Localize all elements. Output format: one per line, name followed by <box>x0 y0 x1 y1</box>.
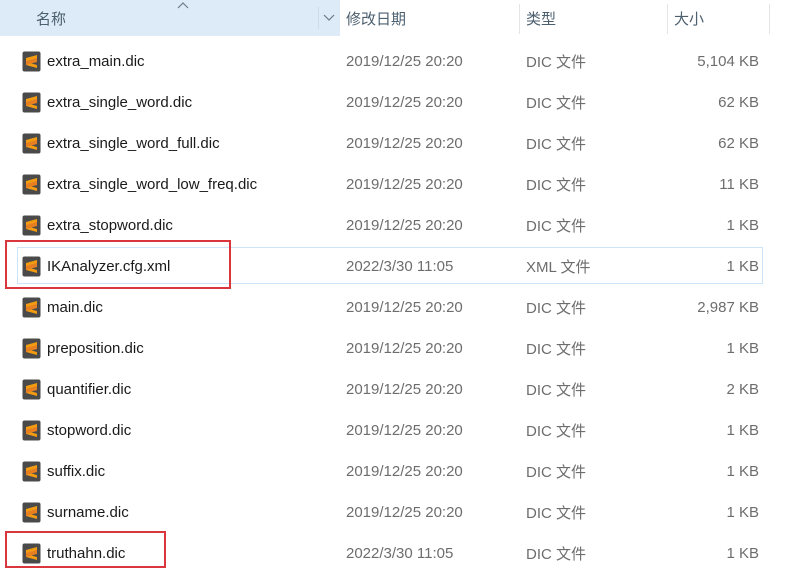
file-modified-date: 2019/12/25 20:20 <box>346 299 463 316</box>
file-type: DIC 文件 <box>526 546 587 563</box>
file-type: DIC 文件 <box>526 423 587 440</box>
column-header-date-label: 修改日期 <box>346 10 407 28</box>
file-modified-date: 2019/12/25 20:20 <box>346 217 463 234</box>
sublime-text-file-icon <box>22 297 41 318</box>
file-row[interactable]: extra_single_word_low_freq.dic 2019/12/2… <box>0 164 791 205</box>
file-row[interactable]: IKAnalyzer.cfg.xml 2022/3/30 11:05 XML 文… <box>0 246 791 287</box>
sort-ascending-icon <box>177 2 189 9</box>
file-type: DIC 文件 <box>526 218 587 235</box>
file-size: 11 KB <box>719 176 759 193</box>
file-type: DIC 文件 <box>526 95 587 112</box>
file-name: surname.dic <box>47 504 129 521</box>
file-row[interactable]: extra_main.dic 2019/12/25 20:20 DIC 文件 5… <box>0 41 791 82</box>
file-row[interactable]: suffix.dic 2019/12/25 20:20 DIC 文件 1 KB <box>0 451 791 492</box>
file-modified-date: 2019/12/25 20:20 <box>346 504 463 521</box>
file-row[interactable]: extra_single_word.dic 2019/12/25 20:20 D… <box>0 82 791 123</box>
sublime-text-file-icon <box>22 502 41 523</box>
file-size: 1 KB <box>726 258 759 275</box>
file-modified-date: 2019/12/25 20:20 <box>346 340 463 357</box>
file-row[interactable]: extra_stopword.dic 2019/12/25 20:20 DIC … <box>0 205 791 246</box>
file-size: 1 KB <box>726 504 759 521</box>
column-header-size[interactable]: 大小 <box>668 0 770 36</box>
file-name: stopword.dic <box>47 422 132 439</box>
column-header-date[interactable]: 修改日期 <box>340 0 520 36</box>
sublime-text-file-icon <box>22 256 41 277</box>
file-row[interactable]: quantifier.dic 2019/12/25 20:20 DIC 文件 2… <box>0 369 791 410</box>
column-header-name[interactable]: 名称 <box>0 0 340 36</box>
column-header-name-label: 名称 <box>36 10 67 28</box>
file-type: DIC 文件 <box>526 54 587 71</box>
file-name: extra_stopword.dic <box>47 217 173 234</box>
sublime-text-file-icon <box>22 215 41 236</box>
file-name: main.dic <box>47 299 103 316</box>
file-name: extra_main.dic <box>47 53 145 70</box>
sublime-text-file-icon <box>22 92 41 113</box>
file-size: 5,104 KB <box>697 53 759 70</box>
file-modified-date: 2019/12/25 20:20 <box>346 463 463 480</box>
file-size: 1 KB <box>726 217 759 234</box>
file-size: 1 KB <box>726 422 759 439</box>
sublime-text-file-icon <box>22 379 41 400</box>
file-name: IKAnalyzer.cfg.xml <box>47 258 171 275</box>
file-type: DIC 文件 <box>526 464 587 481</box>
file-size: 62 KB <box>718 94 759 111</box>
file-name: extra_single_word_low_freq.dic <box>47 176 258 193</box>
file-list: extra_main.dic 2019/12/25 20:20 DIC 文件 5… <box>0 41 791 574</box>
file-row[interactable]: truthahn.dic 2022/3/30 11:05 DIC 文件 1 KB <box>0 533 791 574</box>
file-row[interactable]: stopword.dic 2019/12/25 20:20 DIC 文件 1 K… <box>0 410 791 451</box>
file-name: truthahn.dic <box>47 545 126 562</box>
sublime-text-file-icon <box>22 420 41 441</box>
file-type: DIC 文件 <box>526 177 587 194</box>
file-type: DIC 文件 <box>526 341 587 358</box>
file-row[interactable]: main.dic 2019/12/25 20:20 DIC 文件 2,987 K… <box>0 287 791 328</box>
sublime-text-file-icon <box>22 543 41 564</box>
file-size: 1 KB <box>726 545 759 562</box>
file-modified-date: 2022/3/30 11:05 <box>346 258 454 275</box>
sublime-text-file-icon <box>22 51 41 72</box>
sublime-text-file-icon <box>22 133 41 154</box>
file-size: 62 KB <box>718 135 759 152</box>
file-size: 2,987 KB <box>697 299 759 316</box>
column-header-type-label: 类型 <box>526 10 557 28</box>
file-modified-date: 2022/3/30 11:05 <box>346 545 454 562</box>
column-header-size-label: 大小 <box>674 10 705 28</box>
file-type: DIC 文件 <box>526 300 587 317</box>
file-modified-date: 2019/12/25 20:20 <box>346 53 463 70</box>
sublime-text-file-icon <box>22 461 41 482</box>
file-type: DIC 文件 <box>526 136 587 153</box>
file-modified-date: 2019/12/25 20:20 <box>346 94 463 111</box>
file-size: 2 KB <box>726 381 759 398</box>
file-name: preposition.dic <box>47 340 144 357</box>
column-header-type[interactable]: 类型 <box>520 0 668 36</box>
file-type: DIC 文件 <box>526 505 587 522</box>
file-explorer-window: 名称 修改日期 类型 大小 extra_main.dic 2019/12/25 … <box>0 0 791 583</box>
file-name: quantifier.dic <box>47 381 132 398</box>
file-row[interactable]: preposition.dic 2019/12/25 20:20 DIC 文件 … <box>0 328 791 369</box>
sublime-text-file-icon <box>22 174 41 195</box>
file-size: 1 KB <box>726 463 759 480</box>
file-modified-date: 2019/12/25 20:20 <box>346 135 463 152</box>
file-row[interactable]: extra_single_word_full.dic 2019/12/25 20… <box>0 123 791 164</box>
file-name: extra_single_word_full.dic <box>47 135 220 152</box>
sublime-text-file-icon <box>22 338 41 359</box>
file-type: XML 文件 <box>526 259 591 276</box>
file-modified-date: 2019/12/25 20:20 <box>346 422 463 439</box>
file-name: suffix.dic <box>47 463 106 480</box>
file-modified-date: 2019/12/25 20:20 <box>346 381 463 398</box>
chevron-down-icon[interactable] <box>318 7 339 29</box>
column-header-bar: 名称 修改日期 类型 大小 <box>0 0 770 36</box>
file-name: extra_single_word.dic <box>47 94 193 111</box>
file-modified-date: 2019/12/25 20:20 <box>346 176 463 193</box>
file-type: DIC 文件 <box>526 382 587 399</box>
file-row[interactable]: surname.dic 2019/12/25 20:20 DIC 文件 1 KB <box>0 492 791 533</box>
file-size: 1 KB <box>726 340 759 357</box>
column-divider[interactable] <box>769 4 770 34</box>
